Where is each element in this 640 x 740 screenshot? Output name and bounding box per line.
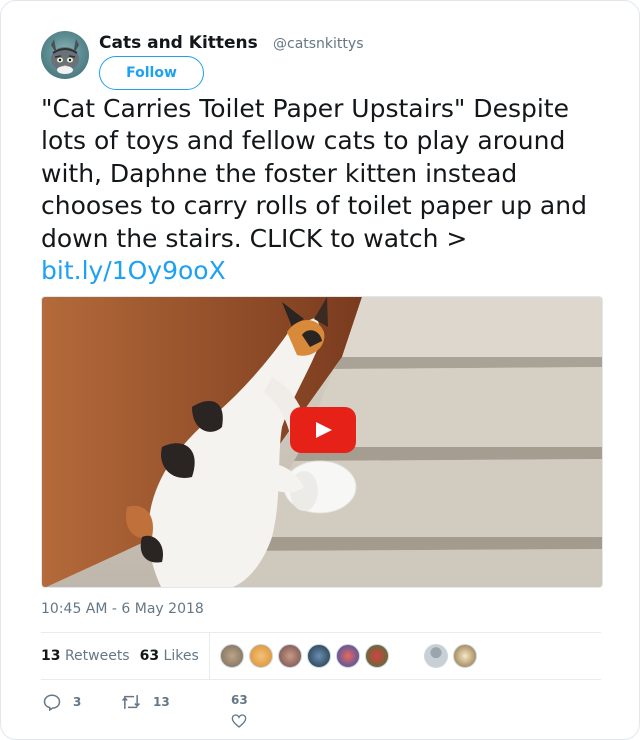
retweets-stat[interactable]: 13 Retweets [41,648,130,664]
stats-separator [208,633,210,679]
account-name[interactable]: Cats and Kittens [99,33,258,53]
tweet-timestamp[interactable]: 10:45 AM - 6 May 2018 [41,601,204,617]
tweet-link[interactable]: bit.ly/1Oy9ooX [41,256,226,285]
retweet-button[interactable]: 13 [121,693,170,711]
tweet-text: "Cat Carries Toilet Paper Upstairs" Desp… [41,93,601,287]
liker-avatar[interactable] [219,644,244,668]
tweet-header: Cats and Kittens @catsnkittys Follow [41,31,601,91]
liker-avatar[interactable] [364,644,389,668]
retweets-count: 13 [41,648,61,664]
account-handle[interactable]: @catsnkittys [273,36,364,52]
like-count: 63 [231,693,248,707]
retweet-count: 13 [153,695,170,709]
video-thumbnail[interactable] [41,296,603,588]
heart-icon [232,714,247,728]
liker-avatar[interactable] [335,644,360,668]
divider [41,679,601,680]
tweet-actions: 3 13 63 [41,689,601,739]
reply-icon [43,694,61,711]
like-button[interactable]: 63 [231,693,248,733]
retweets-label: Retweets [64,648,130,664]
avatar[interactable] [41,31,89,79]
play-button[interactable] [290,407,356,453]
follow-button[interactable]: Follow [99,56,204,90]
retweet-icon [121,695,141,709]
likes-count: 63 [139,648,160,664]
liker-avatar[interactable] [423,644,448,668]
likes-stat[interactable]: 63 Likes [140,648,199,664]
liker-avatar[interactable] [452,644,477,668]
liker-avatar[interactable] [277,644,302,668]
tweet-body: "Cat Carries Toilet Paper Upstairs" Desp… [41,94,587,253]
tweet-card: Cats and Kittens @catsnkittys Follow "Ca… [0,0,640,740]
likes-label: Likes [163,648,199,664]
liker-avatars [219,644,482,668]
play-icon [290,407,356,453]
reply-count: 3 [73,695,82,709]
liker-avatar[interactable] [306,644,331,668]
reply-button[interactable]: 3 [43,693,81,711]
liker-avatar[interactable] [248,644,273,668]
tweet-stats: 13 Retweets 63 Likes [41,633,601,679]
